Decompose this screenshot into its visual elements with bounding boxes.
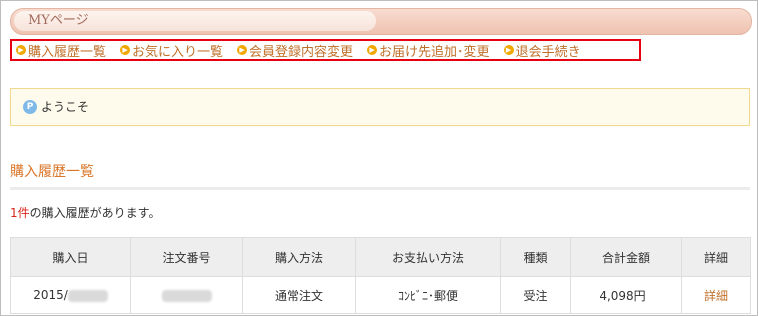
points-icon: P	[23, 100, 37, 114]
mypage-panel: MYページ ▶ 購入履歴一覧 ▶ お気に入り一覧 ▶ 会員登録内容変更 ▶ お届…	[0, 0, 758, 316]
redacted-order-number	[161, 289, 212, 302]
title-pill: MYページ	[14, 11, 376, 31]
nav-item-favorites[interactable]: ▶ お気に入り一覧	[120, 41, 223, 60]
history-count-number: 1件	[10, 206, 30, 220]
column-header: 合計金額	[570, 237, 682, 277]
page-title-bar: MYページ	[10, 8, 752, 35]
purchase-method-cell: 通常注文	[242, 276, 356, 314]
nav-item-label: 購入履歴一覧	[28, 44, 107, 60]
nav-item-label: お届け先追加･変更	[379, 44, 490, 60]
page-title: MYページ	[28, 13, 89, 28]
detail-link[interactable]: 詳細	[704, 289, 728, 303]
column-header: 注文番号	[130, 237, 243, 277]
column-header: 種類	[500, 237, 571, 277]
column-header: お支払い方法	[355, 237, 501, 277]
nav-item-purchase-history[interactable]: ▶ 購入履歴一覧	[16, 41, 106, 60]
history-count-text: の購入履歴があります。	[29, 206, 161, 220]
section-divider	[10, 187, 750, 190]
arrow-bullet-icon: ▶	[237, 45, 248, 55]
mypage-nav: ▶ 購入履歴一覧 ▶ お気に入り一覧 ▶ 会員登録内容変更 ▶ お届け先追加･変…	[10, 39, 641, 61]
payment-method-cell: ｺﾝﾋﾞﾆ･郵便	[355, 276, 501, 314]
welcome-text: ようこそ	[41, 100, 90, 114]
history-count: 1件の購入履歴があります。	[10, 206, 160, 220]
purchase-history-table: 購入日 注文番号 購入方法 お支払い方法 種類 合計金額 詳細 2015/ 通常…	[10, 237, 751, 314]
section-title: 購入履歴一覧	[10, 164, 94, 180]
nav-item-delivery-address[interactable]: ▶ お届け先追加･変更	[367, 41, 490, 60]
column-header: 詳細	[681, 237, 751, 277]
nav-item-label: お気に入り一覧	[132, 44, 224, 60]
table-header-row: 購入日 注文番号 購入方法 お支払い方法 種類 合計金額 詳細	[10, 237, 751, 277]
order-number-cell	[130, 276, 243, 314]
arrow-bullet-icon: ▶	[16, 45, 26, 55]
order-type-cell: 受注	[500, 276, 571, 314]
total-amount-cell: 4,098円	[570, 276, 682, 314]
column-header: 購入方法	[242, 237, 356, 277]
arrow-bullet-icon: ▶	[503, 45, 514, 55]
nav-item-label: 退会手続き	[515, 44, 581, 60]
arrow-bullet-icon: ▶	[120, 45, 131, 55]
order-date: 2015/	[33, 288, 68, 302]
arrow-bullet-icon: ▶	[367, 45, 378, 55]
redacted-date	[67, 289, 108, 302]
nav-item-edit-membership[interactable]: ▶ 会員登録内容変更	[237, 41, 353, 60]
table-row: 2015/ 通常注文 ｺﾝﾋﾞﾆ･郵便 受注 4,098円 詳細	[10, 276, 751, 314]
detail-cell: 詳細	[681, 276, 751, 314]
nav-item-withdraw[interactable]: ▶ 退会手続き	[503, 41, 581, 60]
column-header: 購入日	[10, 237, 131, 277]
order-date-cell: 2015/	[10, 276, 131, 314]
welcome-box: P ようこそ	[10, 88, 750, 126]
nav-item-label: 会員登録内容変更	[249, 44, 354, 60]
